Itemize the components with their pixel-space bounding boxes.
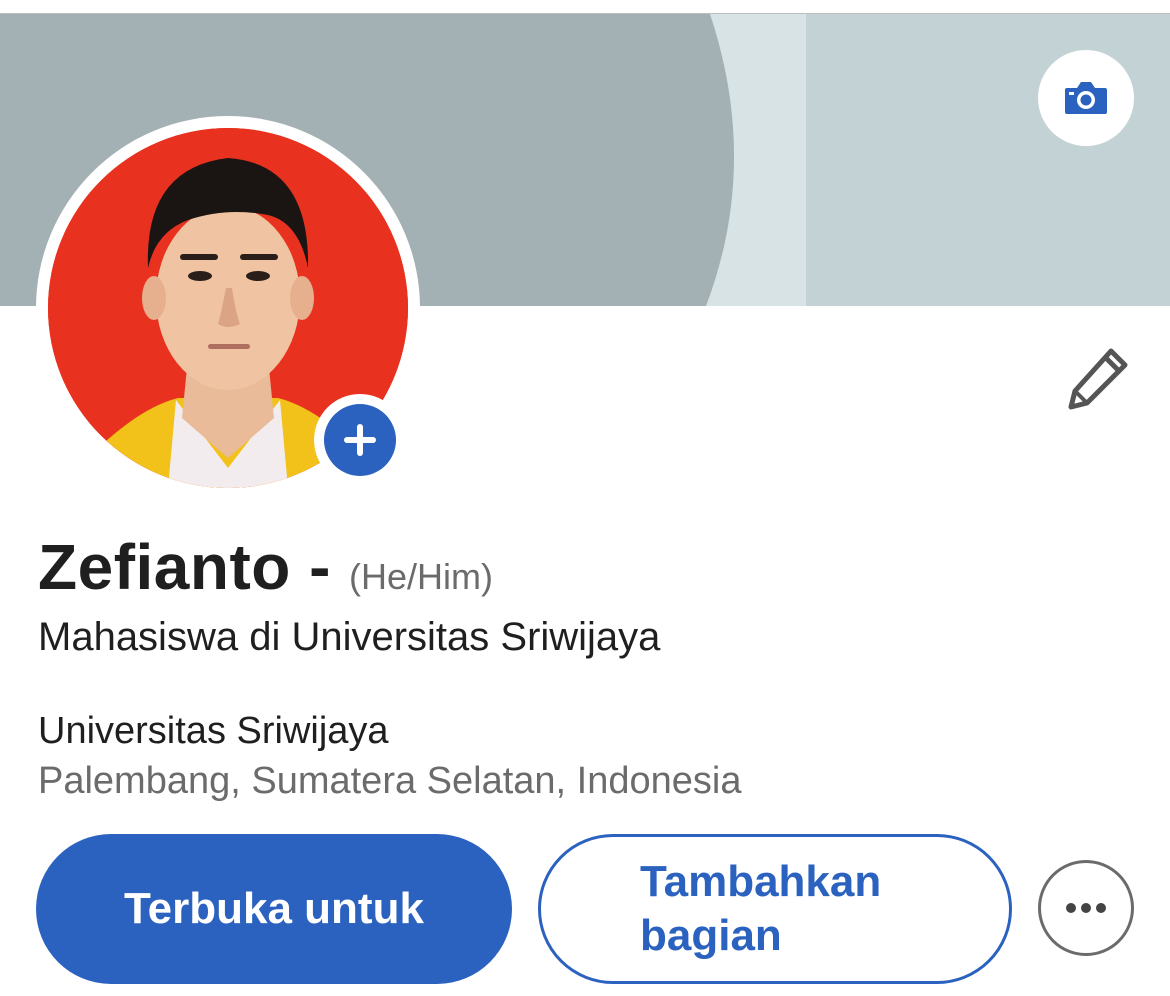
add-section-label: Tambahkan bagian <box>640 857 882 960</box>
plus-icon <box>344 424 376 456</box>
add-photo-circle <box>324 404 396 476</box>
camera-icon <box>1065 82 1107 114</box>
edit-banner-button[interactable] <box>1038 50 1134 146</box>
more-actions-button[interactable] <box>1038 860 1134 956</box>
profile-headline: Mahasiswa di Universitas Sriwijaya <box>38 615 661 659</box>
edit-profile-button[interactable] <box>1060 340 1136 416</box>
add-section-button[interactable]: Tambahkan bagian <box>538 834 1012 984</box>
profile-organization[interactable]: Universitas Sriwijaya <box>38 710 389 753</box>
add-photo-button[interactable] <box>314 394 406 486</box>
pencil-icon <box>1068 348 1128 410</box>
ellipsis-icon <box>1066 903 1106 913</box>
name-row: Zefianto - (He/Him) <box>38 530 493 604</box>
profile-location: Palembang, Sumatera Selatan, Indonesia <box>38 760 742 802</box>
profile-pronouns: (He/Him) <box>348 556 493 597</box>
profile-name: Zefianto - <box>38 531 331 603</box>
top-divider <box>0 0 1170 14</box>
open-to-button[interactable]: Terbuka untuk <box>36 834 512 984</box>
